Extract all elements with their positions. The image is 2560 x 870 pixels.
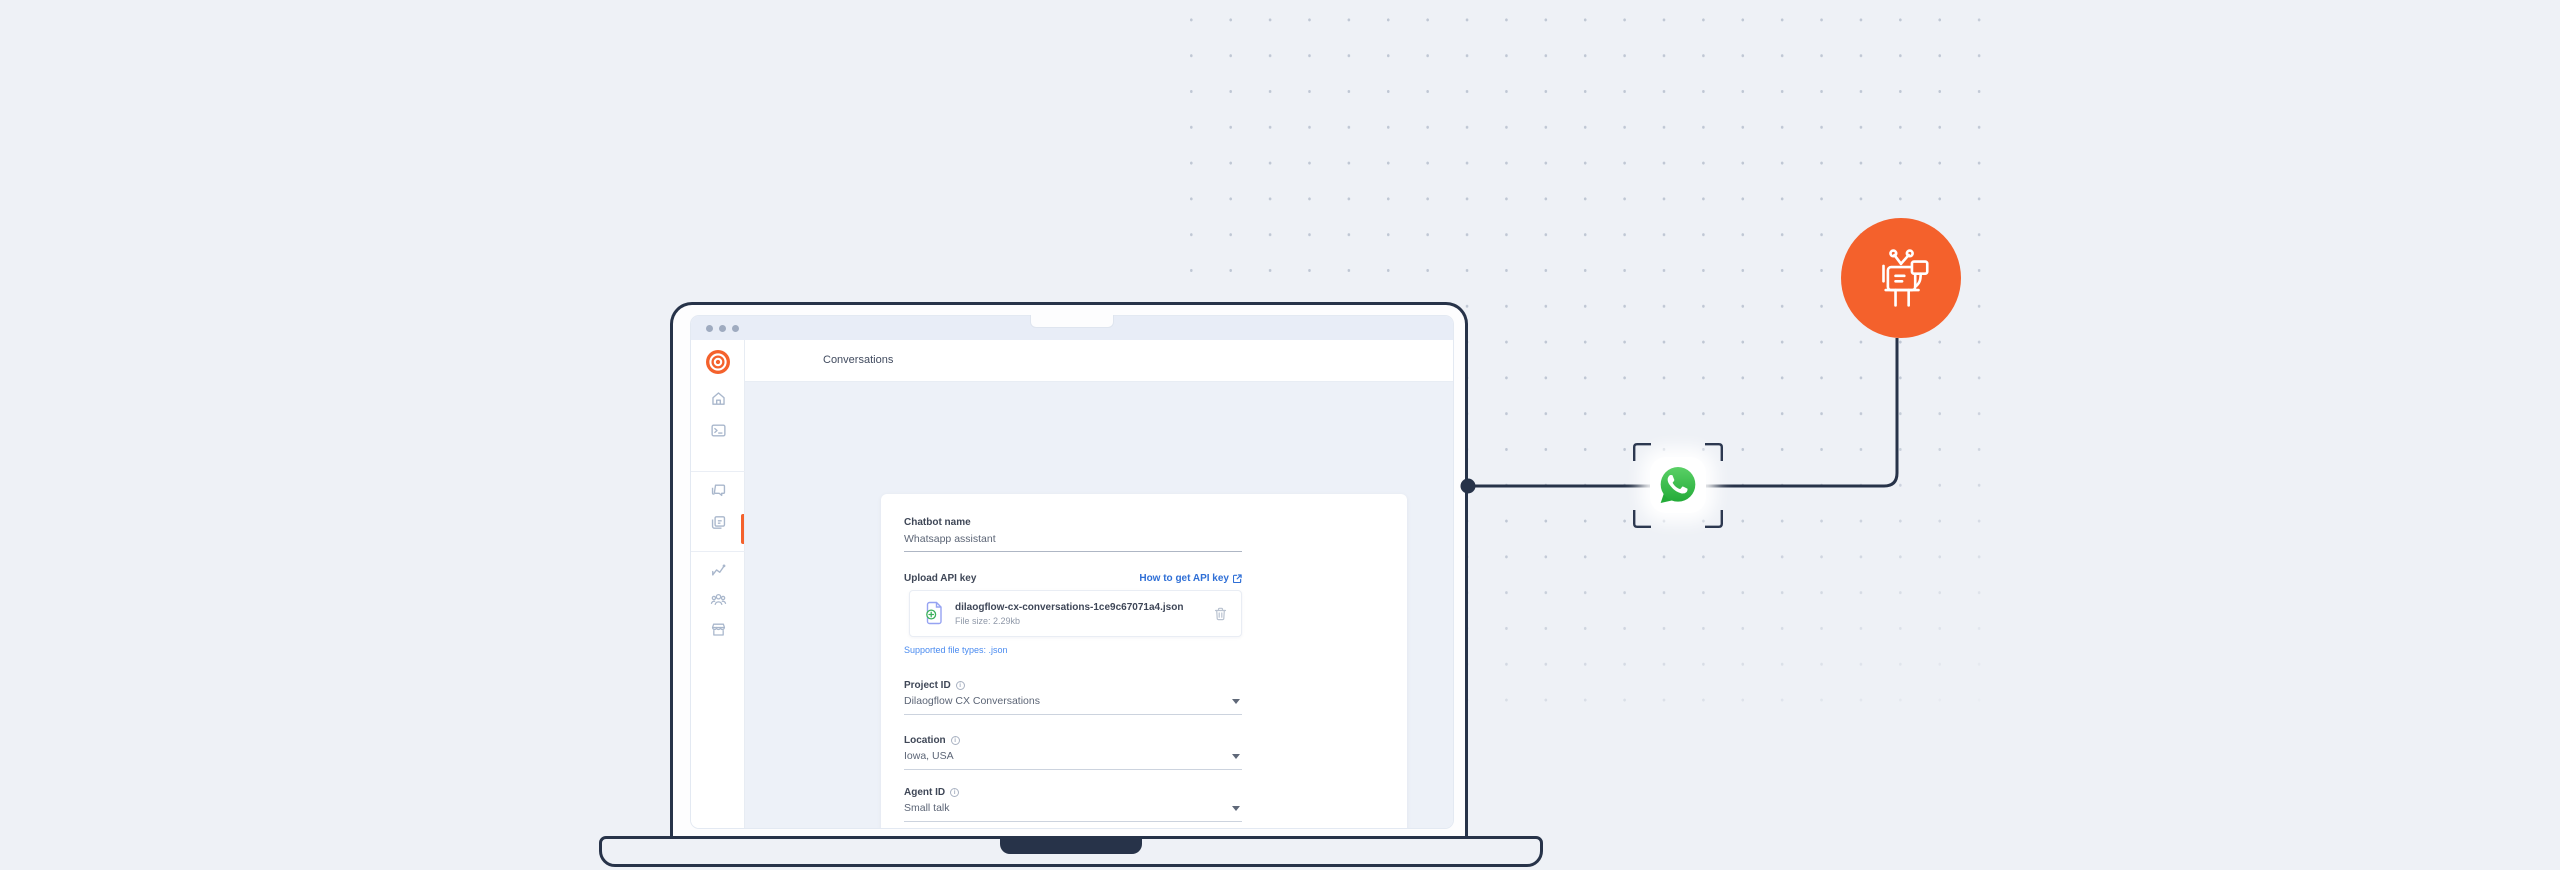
dropdown-caret-icon: [1232, 699, 1240, 704]
agent-id-value: Small talk: [904, 802, 950, 814]
uploaded-file-name: dilaogflow-cx-conversations-1ce9c67071a4…: [955, 601, 1184, 613]
location-label-row: Location: [904, 735, 1242, 746]
content-area: Chatbot name Whatsapp assistant Upload A…: [745, 382, 1453, 828]
sidebar-divider: [691, 551, 745, 552]
app-header: Conversations: [745, 340, 1453, 382]
chatbot-name-input[interactable]: Whatsapp assistant: [904, 533, 1242, 552]
project-id-value: Dilaogflow CX Conversations: [904, 695, 1040, 707]
browser-window: Conversations Chatbot name Whatsapp assi…: [690, 315, 1454, 829]
agent-id-label: Agent ID: [904, 787, 946, 798]
app-sidebar: [691, 340, 745, 828]
info-icon[interactable]: [955, 681, 965, 690]
agent-id-select[interactable]: Small talk: [904, 802, 1242, 822]
analytics-icon[interactable]: [691, 561, 745, 578]
conversations-icon[interactable]: [691, 482, 745, 499]
location-value: Iowa, USA: [904, 750, 954, 762]
dropdown-caret-icon: [1232, 806, 1240, 811]
uploaded-file-card: dilaogflow-cx-conversations-1ce9c67071a4…: [909, 590, 1242, 637]
window-control-close[interactable]: [706, 324, 713, 332]
supported-file-types-note: Supported file types: .json: [904, 645, 1008, 655]
project-id-label: Project ID: [904, 680, 951, 691]
laptop-base: [599, 836, 1543, 867]
agent-id-label-row: Agent ID: [904, 787, 1242, 798]
focus-brackets-icon: [1633, 443, 1723, 528]
location-label: Location: [904, 735, 946, 746]
chatbot-robot-icon: [1882, 249, 1929, 307]
chatbot-settings-card: Chatbot name Whatsapp assistant Upload A…: [881, 494, 1407, 828]
location-select[interactable]: Iowa, USA: [904, 750, 1242, 770]
window-control-maximize[interactable]: [732, 324, 739, 332]
sidebar-active-indicator: [741, 514, 744, 544]
brand-logo-icon[interactable]: [691, 349, 745, 375]
chatbot-name-field: Chatbot name: [904, 517, 1242, 528]
chatbot-name-value: Whatsapp assistant: [904, 533, 996, 545]
store-icon[interactable]: [691, 621, 745, 638]
chatbot-badge: [1841, 218, 1961, 338]
upload-api-key-row: Upload API key How to get API key: [904, 573, 1242, 584]
home-icon[interactable]: [691, 390, 745, 407]
how-to-get-api-key-link[interactable]: How to get API key: [1139, 573, 1242, 584]
project-id-select[interactable]: Dilaogflow CX Conversations: [904, 695, 1242, 715]
chatbot-name-label: Chatbot name: [904, 517, 971, 528]
project-id-label-row: Project ID: [904, 680, 1242, 691]
whatsapp-badge: [1633, 443, 1723, 528]
laptop-base-notch: [1000, 839, 1142, 854]
info-icon[interactable]: [950, 788, 960, 797]
page-title: Conversations: [823, 354, 894, 366]
window-control-minimize[interactable]: [719, 324, 726, 332]
team-icon[interactable]: [691, 591, 745, 608]
info-icon[interactable]: [950, 736, 960, 745]
delete-file-icon[interactable]: [1214, 607, 1227, 621]
dropdown-caret-icon: [1232, 754, 1240, 759]
laptop-camera-notch: [1030, 315, 1114, 328]
terminal-icon[interactable]: [691, 422, 745, 439]
json-file-icon: [926, 601, 942, 625]
templates-icon[interactable]: [691, 514, 745, 531]
external-link-icon: [1233, 574, 1242, 583]
sidebar-divider: [691, 471, 745, 472]
illustration-canvas: Conversations Chatbot name Whatsapp assi…: [0, 0, 2560, 870]
uploaded-file-size: File size: 2.29kb: [955, 615, 1021, 626]
